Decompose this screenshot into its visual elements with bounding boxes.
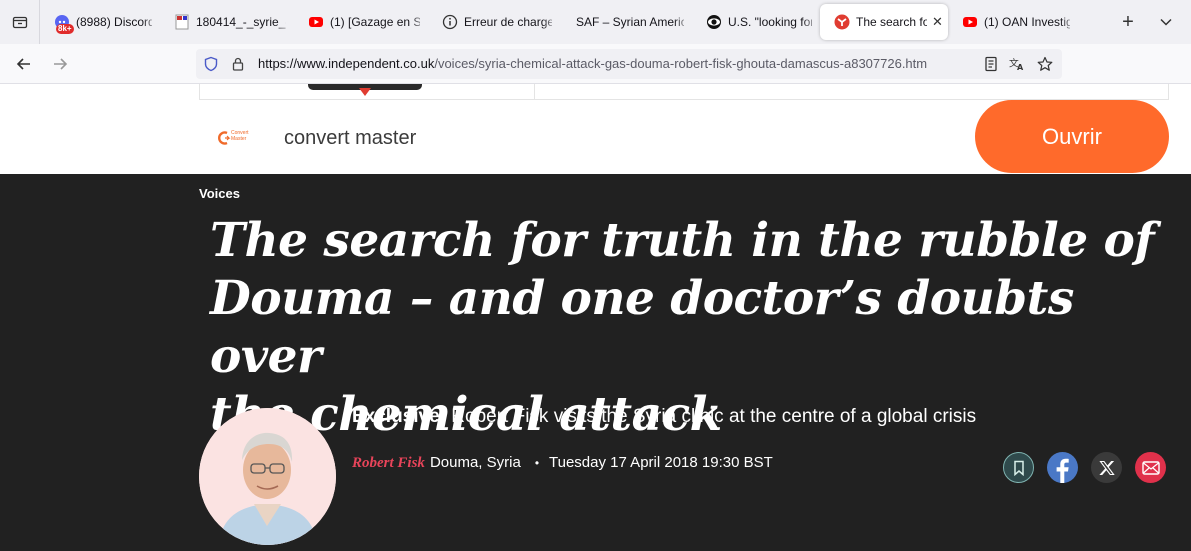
close-tab-icon[interactable]: ✕ xyxy=(931,14,944,29)
byline-separator: • xyxy=(534,456,540,470)
tab-gazage[interactable]: (1) [Gazage en Sy xyxy=(294,0,428,44)
share-email-button[interactable] xyxy=(1135,452,1166,483)
tab-label: (1) [Gazage en Sy xyxy=(330,15,420,29)
author-avatar[interactable] xyxy=(199,408,336,545)
web-page: Convert Master convert master Ouvrir Voi… xyxy=(0,84,1191,551)
tab-label: 180414_-_syrie_-_ xyxy=(196,15,286,29)
convert-master-logo[interactable]: Convert Master xyxy=(218,130,262,146)
ad-marker-icon xyxy=(359,88,371,96)
article-byline: Robert Fisk Douma, Syria • Tuesday 17 Ap… xyxy=(352,454,773,472)
arrow-left-icon xyxy=(16,58,30,70)
info-icon xyxy=(442,14,458,30)
tab-strip: 8k+ (8988) Discord | 180414_-_syrie_-_ (… xyxy=(0,0,1191,44)
youtube-icon xyxy=(308,14,324,30)
author-link[interactable]: Robert Fisk xyxy=(352,455,425,472)
unread-badge: 8k+ xyxy=(56,24,74,34)
exclusive-label: Exclusive: xyxy=(352,406,446,427)
tab-label: (1) OAN Investig xyxy=(984,15,1070,29)
forward-button[interactable] xyxy=(50,54,70,74)
article-header: Voices The search for truth in the rubbl… xyxy=(0,174,1191,551)
tab-cbs[interactable]: U.S. "looking for xyxy=(692,0,820,44)
bookmark-button[interactable] xyxy=(1003,452,1034,483)
ad-open-button[interactable]: Ouvrir xyxy=(975,100,1169,173)
tab-overflow-menu-button[interactable] xyxy=(1156,12,1176,32)
publish-date: Tuesday 17 April 2018 19:30 BST xyxy=(549,454,773,471)
translate-icon[interactable]: 文A xyxy=(1009,56,1025,72)
dateline-location: Douma, Syria xyxy=(429,454,521,471)
facebook-icon xyxy=(1056,458,1069,483)
cbs-eye-icon xyxy=(706,14,722,30)
bookmark-star-icon[interactable] xyxy=(1037,56,1053,72)
url-text[interactable]: https://www.independent.co.uk/voices/syr… xyxy=(258,56,978,71)
share-facebook-button[interactable] xyxy=(1047,452,1078,483)
advertiser-name[interactable]: convert master xyxy=(284,127,416,150)
article-standfirst: Exclusive: Robert Fisk visits the Syria … xyxy=(352,406,976,428)
reader-view-icon[interactable] xyxy=(983,56,999,72)
bookmark-icon xyxy=(1013,460,1024,476)
tab-erreur[interactable]: Erreur de charge xyxy=(428,0,560,44)
independent-icon xyxy=(834,14,850,30)
ad-banner: Convert Master convert master Ouvrir xyxy=(0,84,1191,174)
tab-label: Erreur de charge xyxy=(464,15,552,29)
lock-icon[interactable] xyxy=(230,56,246,72)
new-tab-button[interactable]: + xyxy=(1116,10,1140,34)
tab-discord[interactable]: 8k+ (8988) Discord | xyxy=(40,0,160,44)
tab-label: (8988) Discord | xyxy=(76,15,152,29)
email-icon xyxy=(1141,460,1160,475)
tab-saf[interactable]: SAF – Syrian Americ xyxy=(560,0,692,44)
headline-line: The search for truth in the rubble of xyxy=(210,213,1155,268)
tab-syrie-document[interactable]: 180414_-_syrie_-_ xyxy=(160,0,294,44)
tab-active-independent[interactable]: The search for ✕ xyxy=(820,4,948,40)
tab-list-icon xyxy=(12,16,27,29)
svg-text:A: A xyxy=(1017,63,1024,72)
tab-label: The search for xyxy=(856,15,927,29)
plus-icon: + xyxy=(1122,10,1134,33)
back-button[interactable] xyxy=(14,54,34,74)
youtube-icon xyxy=(962,14,978,30)
tracking-protection-shield-icon[interactable] xyxy=(203,56,219,72)
tab-oan[interactable]: (1) OAN Investig xyxy=(948,0,1078,44)
address-bar[interactable]: https://www.independent.co.uk/voices/syr… xyxy=(196,49,1062,79)
url-host: https://www.independent.co.uk xyxy=(258,56,435,71)
tab-label: U.S. "looking for xyxy=(728,15,812,29)
logo-text-line2: Master xyxy=(231,136,247,142)
share-x-button[interactable] xyxy=(1091,452,1122,483)
tab-label: SAF – Syrian Americ xyxy=(576,15,684,29)
document-icon xyxy=(174,14,190,30)
section-link[interactable]: Voices xyxy=(199,186,240,201)
url-path: /voices/syria-chemical-attack-gas-douma-… xyxy=(434,56,928,71)
standfirst-text: Robert Fisk visits the Syria clinic at t… xyxy=(446,406,977,427)
chevron-down-icon xyxy=(1160,18,1172,26)
arrow-right-icon xyxy=(54,58,68,70)
x-icon xyxy=(1098,460,1115,475)
list-all-tabs-button[interactable] xyxy=(0,0,40,44)
navigation-toolbar: https://www.independent.co.uk/voices/syr… xyxy=(0,44,1191,84)
headline-line: Douma – and one doctor’s doubts over xyxy=(210,271,1074,384)
